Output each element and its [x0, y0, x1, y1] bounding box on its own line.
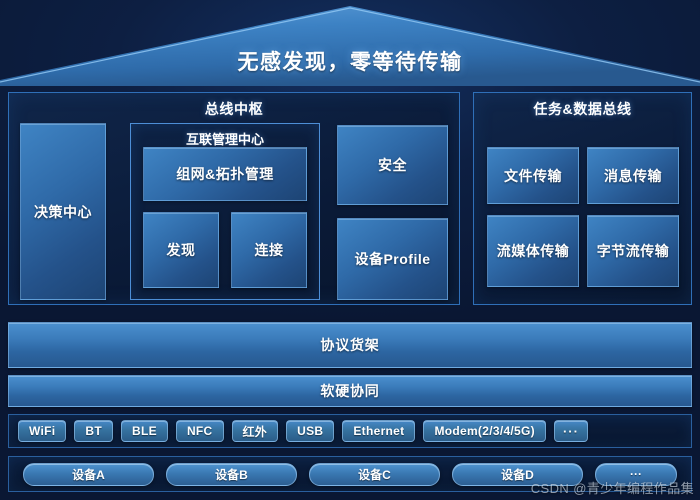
chip-modem[interactable]: Modem(2/3/4/5G) — [423, 420, 546, 442]
card-byte-stream-transfer[interactable]: 字节流传输 — [587, 215, 679, 287]
device-d[interactable]: 设备D — [452, 462, 583, 486]
device-row: 设备A 设备B 设备C 设备D ··· — [8, 456, 692, 492]
chip-more-ellipsis-icon[interactable]: ··· — [553, 420, 588, 442]
card-device-profile[interactable]: 设备Profile — [337, 218, 448, 300]
chip-bt[interactable]: BT — [74, 420, 114, 442]
chip-ble[interactable]: BLE — [121, 420, 168, 442]
page-title: 无感发现，零等待传输 — [237, 51, 463, 74]
panel-task-data-bus-title: 任务&数据总线 — [533, 101, 632, 117]
roof-shape: 无感发现，零等待传输 — [0, 4, 700, 86]
card-decision-center[interactable]: 决策中心 — [20, 123, 106, 300]
architecture-diagram: 无感发现，零等待传输 总线中枢 决策中心 互联管理中心 组网&拓扑管理 发现 连… — [0, 0, 700, 500]
card-message-transfer[interactable]: 消息传输 — [587, 147, 679, 204]
card-stream-media-transfer[interactable]: 流媒体传输 — [487, 215, 579, 287]
chip-infrared[interactable]: 红外 — [231, 420, 279, 442]
chip-wifi[interactable]: WiFi — [18, 420, 67, 442]
card-network-topology-management[interactable]: 组网&拓扑管理 — [143, 147, 307, 201]
chip-nfc[interactable]: NFC — [175, 420, 224, 442]
bar-protocol-shelf[interactable]: 协议货架 — [8, 322, 692, 368]
card-security[interactable]: 安全 — [337, 125, 448, 205]
device-c[interactable]: 设备C — [309, 462, 440, 486]
device-b[interactable]: 设备B — [166, 462, 297, 486]
card-file-transfer[interactable]: 文件传输 — [487, 147, 579, 204]
card-discovery[interactable]: 发现 — [143, 212, 219, 288]
device-more-ellipsis-icon[interactable]: ··· — [595, 462, 677, 486]
chip-usb[interactable]: USB — [286, 420, 335, 442]
card-connection[interactable]: 连接 — [231, 212, 307, 288]
protocol-chip-row: WiFi BT BLE NFC 红外 USB Ethernet Modem(2/… — [8, 414, 692, 448]
device-a[interactable]: 设备A — [23, 462, 154, 486]
bar-software-hardware-collaboration[interactable]: 软硬协同 — [8, 375, 692, 407]
chip-ethernet[interactable]: Ethernet — [342, 420, 416, 442]
subpanel-interconnect-management-title: 互联管理中心 — [185, 132, 264, 147]
panel-bus-hub-title: 总线中枢 — [204, 101, 264, 117]
